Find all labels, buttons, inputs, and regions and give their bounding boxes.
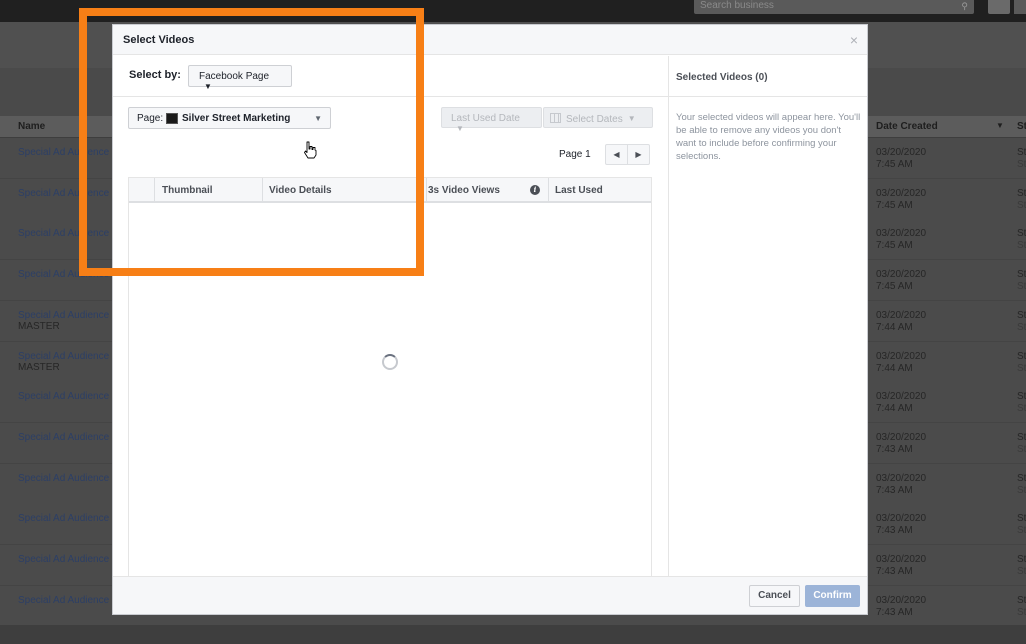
- status-value: St: [1017, 351, 1026, 362]
- date-created-value: 03/20/2020: [876, 351, 927, 362]
- column-video-views-label: 3s Video Views: [428, 185, 500, 196]
- column-video-views: 3s Video Views i: [426, 178, 548, 203]
- caret-down-icon: ▼: [627, 114, 636, 123]
- time-created-value: 7:43 AM: [876, 566, 913, 577]
- caret-down-icon: ▼: [456, 124, 464, 133]
- status-sub-value: St: [1017, 485, 1026, 496]
- column-status-header[interactable]: St: [1017, 121, 1026, 132]
- time-created-value: 7:43 AM: [876, 485, 913, 496]
- column-date-created-header[interactable]: Date Created: [876, 121, 938, 132]
- status-value: St: [1017, 269, 1026, 280]
- audience-name-link[interactable]: Special Ad Audience (: [18, 351, 115, 362]
- status-value: St: [1017, 513, 1026, 524]
- status-value: St: [1017, 391, 1026, 402]
- date-created-value: 03/20/2020: [876, 432, 927, 443]
- select-dates-label: Select Dates: [566, 114, 623, 125]
- status-value: St: [1017, 188, 1026, 199]
- audience-name-link[interactable]: Special Ad Audience (: [18, 432, 115, 443]
- close-icon[interactable]: ×: [850, 32, 858, 48]
- time-created-value: 7:43 AM: [876, 525, 913, 536]
- search-business-input[interactable]: Search business ⚲: [694, 0, 974, 14]
- chevron-right-icon: ▶: [635, 150, 642, 159]
- last-used-date-label: Last Used Date: [451, 113, 520, 124]
- status-value: St: [1017, 228, 1026, 239]
- selected-videos-empty-text: Your selected videos will appear here. Y…: [676, 112, 861, 162]
- confirm-button[interactable]: Confirm: [805, 585, 860, 607]
- status-value: St: [1017, 554, 1026, 565]
- column-last-used: Last Used: [548, 178, 651, 203]
- search-icon: ⚲: [961, 1, 968, 11]
- audience-name-suffix: MASTER: [18, 362, 60, 373]
- calendar-icon: [550, 113, 561, 123]
- previous-page-button[interactable]: ◀: [605, 144, 628, 165]
- date-created-value: 03/20/2020: [876, 269, 927, 280]
- selected-videos-header: Selected Videos (0): [669, 56, 867, 97]
- time-created-value: 7:45 AM: [876, 281, 913, 292]
- status-value: St: [1017, 473, 1026, 484]
- selected-videos-title: Selected Videos (0): [676, 72, 768, 83]
- dialog-footer: Cancel Confirm: [113, 576, 867, 614]
- audience-name-link[interactable]: Special Ad Audience (: [18, 310, 115, 321]
- status-sub-value: St: [1017, 444, 1026, 455]
- time-created-value: 7:45 AM: [876, 200, 913, 211]
- status-sub-value: St: [1017, 403, 1026, 414]
- page-indicator: Page 1: [559, 149, 591, 160]
- date-created-value: 03/20/2020: [876, 391, 927, 402]
- status-sub-value: St: [1017, 363, 1026, 374]
- date-created-value: 03/20/2020: [876, 310, 927, 321]
- select-dates-filter[interactable]: Select Dates ▼: [543, 107, 653, 128]
- chevron-left-icon: ◀: [613, 150, 620, 159]
- status-sub-value: St: [1017, 159, 1026, 170]
- last-used-date-filter[interactable]: Last Used Date▼: [441, 107, 542, 133]
- time-created-value: 7:44 AM: [876, 322, 913, 333]
- time-created-value: 7:43 AM: [876, 607, 913, 618]
- top-account-button[interactable]: [1014, 0, 1026, 14]
- status-sub-value: St: [1017, 240, 1026, 251]
- audience-name-link[interactable]: Special Ad Audience (: [18, 391, 115, 402]
- audience-name-link[interactable]: Special Ad Audience (: [18, 554, 115, 565]
- audience-name-suffix: MASTER: [18, 321, 60, 332]
- time-created-value: 7:45 AM: [876, 240, 913, 251]
- date-created-value: 03/20/2020: [876, 554, 927, 565]
- info-icon[interactable]: i: [530, 185, 540, 195]
- status-sub-value: St: [1017, 566, 1026, 577]
- audience-name-link[interactable]: Special Ad Audience (: [18, 473, 115, 484]
- status-value: St: [1017, 595, 1026, 606]
- status-value: St: [1017, 147, 1026, 158]
- status-sub-value: St: [1017, 322, 1026, 333]
- time-created-value: 7:44 AM: [876, 363, 913, 374]
- time-created-value: 7:45 AM: [876, 159, 913, 170]
- next-page-button[interactable]: ▶: [627, 144, 650, 165]
- loading-spinner-icon: [382, 354, 398, 370]
- top-menu-button[interactable]: [988, 0, 1010, 14]
- highlight-annotation-box: [79, 8, 424, 276]
- cancel-button[interactable]: Cancel: [749, 585, 800, 607]
- time-created-value: 7:44 AM: [876, 403, 913, 414]
- date-created-value: 03/20/2020: [876, 147, 927, 158]
- date-created-value: 03/20/2020: [876, 473, 927, 484]
- column-name-header[interactable]: Name: [18, 121, 45, 132]
- status-sub-value: St: [1017, 200, 1026, 211]
- status-sub-value: St: [1017, 525, 1026, 536]
- audience-name-link[interactable]: Special Ad Audience (: [18, 513, 115, 524]
- date-created-value: 03/20/2020: [876, 228, 927, 239]
- sort-caret-icon[interactable]: ▼: [996, 121, 1004, 130]
- time-created-value: 7:43 AM: [876, 444, 913, 455]
- page-footer: [0, 625, 1026, 644]
- selected-videos-panel: Selected Videos (0) Your selected videos…: [668, 56, 867, 576]
- status-sub-value: St: [1017, 281, 1026, 292]
- date-created-value: 03/20/2020: [876, 188, 927, 199]
- status-value: St: [1017, 432, 1026, 443]
- date-created-value: 03/20/2020: [876, 595, 927, 606]
- audience-name-link[interactable]: Special Ad Audience (: [18, 595, 115, 606]
- search-placeholder: Search business: [700, 0, 774, 11]
- status-sub-value: St: [1017, 607, 1026, 618]
- date-created-value: 03/20/2020: [876, 513, 927, 524]
- status-value: St: [1017, 310, 1026, 321]
